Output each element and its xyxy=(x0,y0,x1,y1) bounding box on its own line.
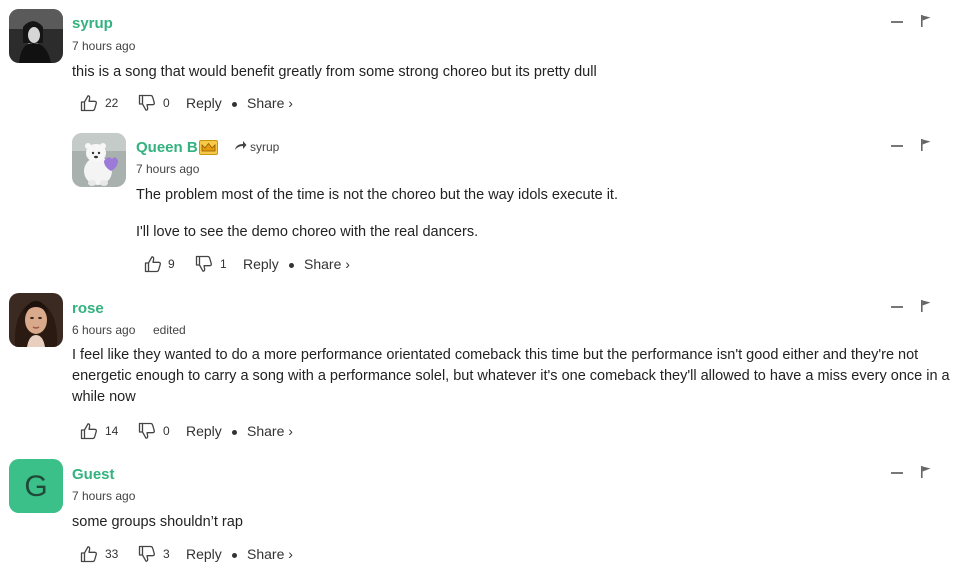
comment-text: The problem most of the time is not the … xyxy=(136,187,618,203)
like-count: 33 xyxy=(105,547,119,561)
comment-rose: rose 6 hours ago edited I feel like they… xyxy=(0,285,960,445)
avatar[interactable] xyxy=(9,293,63,347)
share-button[interactable]: Share › xyxy=(247,546,293,562)
thumbs-up-icon[interactable] xyxy=(80,94,98,112)
avatar[interactable] xyxy=(72,133,126,187)
edited-label: edited xyxy=(153,323,186,337)
collapse-icon[interactable] xyxy=(891,306,903,308)
dislike-count: 3 xyxy=(163,547,170,561)
thumbs-up-icon[interactable] xyxy=(80,545,98,563)
reply-button[interactable]: Reply xyxy=(243,256,279,272)
username[interactable]: rose xyxy=(72,300,104,317)
comment-queen-b: Queen B syrup 7 hours ago The problem mo… xyxy=(0,120,960,285)
comment-actions: 14 0 Reply Share › xyxy=(80,422,340,442)
thumbs-down-icon[interactable] xyxy=(138,94,156,112)
like-count: 14 xyxy=(105,424,119,438)
avatar-letter: G xyxy=(24,470,47,503)
reply-to-username[interactable]: syrup xyxy=(250,140,279,154)
like-count: 22 xyxy=(105,96,119,110)
timestamp[interactable]: 7 hours ago xyxy=(72,39,135,53)
timestamp[interactable]: 7 hours ago xyxy=(136,162,199,176)
reply-button[interactable]: Reply xyxy=(186,423,222,439)
thumbs-down-icon[interactable] xyxy=(195,255,213,273)
share-button[interactable]: Share › xyxy=(247,95,293,111)
dislike-count: 1 xyxy=(220,257,227,271)
avatar[interactable] xyxy=(9,9,63,63)
flag-icon[interactable] xyxy=(921,466,931,478)
comment-text: I feel like they wanted to do a more per… xyxy=(72,347,950,405)
share-button[interactable]: Share › xyxy=(304,256,350,272)
collapse-icon[interactable] xyxy=(891,472,903,474)
comment-controls xyxy=(891,139,935,153)
thumbs-up-icon[interactable] xyxy=(144,255,162,273)
flag-icon[interactable] xyxy=(921,139,931,151)
comment-actions: 22 0 Reply Share › xyxy=(80,94,340,114)
thumbs-down-icon[interactable] xyxy=(138,422,156,440)
reply-arrow-icon xyxy=(235,141,247,150)
reply-button[interactable]: Reply xyxy=(186,95,222,111)
comment-controls xyxy=(891,300,935,314)
separator-dot xyxy=(289,263,294,268)
separator-dot xyxy=(232,553,237,558)
thumbs-down-icon[interactable] xyxy=(138,545,156,563)
comment-text: some groups shouldn’t rap xyxy=(72,514,243,530)
comment-syrup: syrup 7 hours ago this is a song that wo… xyxy=(0,0,960,120)
comment-text-paragraph: I'll love to see the demo choreo with th… xyxy=(136,224,479,240)
comment-controls xyxy=(891,466,935,480)
collapse-icon[interactable] xyxy=(891,145,903,147)
comment-controls xyxy=(891,15,935,29)
dislike-count: 0 xyxy=(163,96,170,110)
share-button[interactable]: Share › xyxy=(247,423,293,439)
thumbs-up-icon[interactable] xyxy=(80,422,98,440)
comment-text: this is a song that would benefit greatl… xyxy=(72,64,597,80)
timestamp[interactable]: 6 hours ago xyxy=(72,323,135,337)
comment-guest: G Guest 7 hours ago some groups shouldn’… xyxy=(0,451,960,572)
reply-button[interactable]: Reply xyxy=(186,546,222,562)
username[interactable]: syrup xyxy=(72,15,113,32)
comment-actions: 9 1 Reply Share › xyxy=(144,255,404,275)
dislike-count: 0 xyxy=(163,424,170,438)
flag-icon[interactable] xyxy=(921,300,931,312)
flag-icon[interactable] xyxy=(921,15,931,27)
username[interactable]: Queen B xyxy=(136,139,198,156)
avatar[interactable]: G xyxy=(9,459,63,513)
crown-icon xyxy=(199,140,218,155)
comment-actions: 33 3 Reply Share › xyxy=(80,545,340,565)
separator-dot xyxy=(232,430,237,435)
separator-dot xyxy=(232,102,237,107)
collapse-icon[interactable] xyxy=(891,21,903,23)
timestamp[interactable]: 7 hours ago xyxy=(72,489,135,503)
like-count: 9 xyxy=(168,257,175,271)
username[interactable]: Guest xyxy=(72,466,115,483)
